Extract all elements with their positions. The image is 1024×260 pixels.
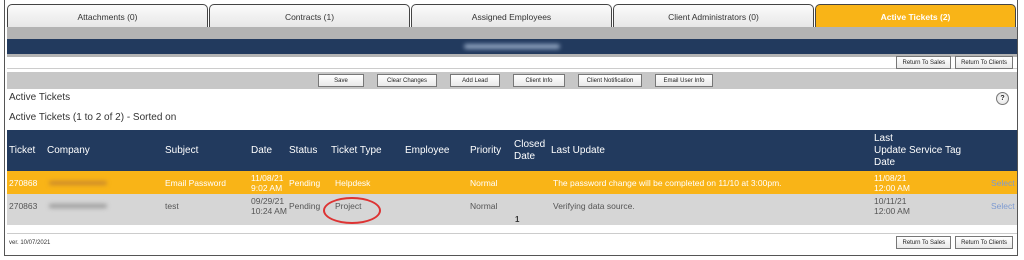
- cell-status: Pending: [289, 177, 321, 188]
- table-header: Ticket Company Subject Date Status Ticke…: [7, 130, 1017, 171]
- cell-ticket-type: Helpdesk: [335, 177, 371, 188]
- col-priority[interactable]: Priority: [470, 130, 501, 171]
- col-last-update-date[interactable]: Last Update Date: [874, 130, 906, 171]
- return-to-clients-button[interactable]: Return To Clients: [955, 236, 1013, 249]
- tickets-table: Ticket Company Subject Date Status Ticke…: [7, 130, 1017, 225]
- select-link[interactable]: Select: [991, 194, 1015, 217]
- cell-company: [49, 194, 107, 217]
- cell-priority: Normal: [470, 200, 498, 211]
- results-summary: Active Tickets (1 to 2 of 2) - Sorted on: [9, 112, 177, 123]
- cell-date-time: 9:02 AM: [251, 182, 283, 193]
- bottom-return-buttons: Return To Sales Return To Clients: [896, 236, 1013, 249]
- cell-status: Pending: [289, 200, 321, 211]
- col-ticket[interactable]: Ticket: [9, 130, 35, 171]
- main-frame: Attachments (0) Contracts (1) Assigned E…: [4, 0, 1018, 256]
- add-lead-button[interactable]: Add Lead: [450, 74, 500, 87]
- cell-last-update: The password change will be completed on…: [553, 177, 782, 188]
- table-row[interactable]: 270863 test 09/29/21 10:24 AM Pending Pr…: [7, 194, 1017, 217]
- tab-client-administrators[interactable]: Client Administrators (0): [613, 4, 814, 28]
- tab-bar: Attachments (0) Contracts (1) Assigned E…: [7, 4, 1017, 28]
- save-button[interactable]: Save: [318, 74, 364, 87]
- cell-last-update: Verifying data source.: [553, 200, 635, 211]
- col-closed-date-line1: Closed: [514, 138, 546, 150]
- clear-changes-button[interactable]: Clear Changes: [377, 74, 437, 87]
- col-subject[interactable]: Subject: [165, 130, 198, 171]
- return-to-clients-button[interactable]: Return To Clients: [955, 56, 1013, 69]
- cell-ticket[interactable]: 270868: [9, 171, 37, 194]
- cell-priority: Normal: [470, 177, 498, 188]
- return-to-sales-button[interactable]: Return To Sales: [896, 56, 952, 69]
- col-service-tag[interactable]: Service Tag: [909, 130, 961, 171]
- email-user-info-button[interactable]: Email User Info: [655, 74, 713, 87]
- col-lud-line1: Last: [874, 132, 893, 144]
- help-icon[interactable]: ?: [996, 92, 1009, 105]
- annotation-circle: [323, 197, 381, 224]
- table-row[interactable]: 270868 Email Password 11/08/21 9:02 AM P…: [7, 171, 1017, 194]
- redacted-company: [49, 203, 107, 208]
- cell-lud-day: 11/08/21: [874, 172, 907, 183]
- client-notification-button[interactable]: Client Notification: [578, 74, 642, 87]
- cell-date-time: 10:24 AM: [251, 205, 287, 216]
- action-toolbar: Save Clear Changes Add Lead Client Info …: [318, 74, 713, 87]
- version-label: ver. 10/07/2021: [9, 240, 51, 246]
- cell-date-day: 11/08/21: [251, 172, 284, 183]
- cell-last-update-date: 10/11/21 12:00 AM: [874, 194, 910, 217]
- cell-subject: Email Password: [165, 177, 226, 188]
- redacted-company: [49, 180, 107, 185]
- client-info-button[interactable]: Client Info: [513, 74, 565, 87]
- section-title: Active Tickets: [9, 92, 71, 103]
- cell-lud-time: 12:00 AM: [874, 205, 910, 216]
- col-closed-date-line2: Date: [514, 150, 536, 162]
- pagination: 1: [7, 215, 1017, 225]
- cell-date: 11/08/21 9:02 AM: [251, 171, 283, 194]
- company-name-bar: [7, 39, 1017, 54]
- cell-subject: test: [165, 200, 179, 211]
- cell-ticket[interactable]: 270863: [9, 194, 37, 217]
- footer-divider: [7, 233, 1017, 234]
- col-employee[interactable]: Employee: [405, 130, 449, 171]
- return-to-sales-button[interactable]: Return To Sales: [896, 236, 952, 249]
- col-lud-line3: Date: [874, 156, 896, 168]
- cell-lud-day: 10/11/21: [874, 195, 907, 206]
- tab-attachments[interactable]: Attachments (0): [7, 4, 208, 28]
- spacer-row: [7, 57, 1017, 69]
- col-lud-line2: Update: [874, 144, 907, 156]
- tab-contracts[interactable]: Contracts (1): [209, 4, 410, 28]
- col-closed-date[interactable]: Closed Date: [514, 130, 545, 171]
- cell-last-update-date: 11/08/21 12:00 AM: [874, 171, 910, 194]
- tab-underline: [7, 27, 1017, 39]
- cell-company: [49, 171, 107, 194]
- col-ticket-type[interactable]: Ticket Type: [331, 130, 382, 171]
- select-link[interactable]: Select: [991, 171, 1015, 194]
- col-date[interactable]: Date: [251, 130, 272, 171]
- cell-lud-time: 12:00 AM: [874, 182, 910, 193]
- top-return-buttons: Return To Sales Return To Clients: [896, 56, 1013, 69]
- col-status[interactable]: Status: [289, 130, 317, 171]
- tab-active-tickets[interactable]: Active Tickets (2): [815, 4, 1016, 28]
- cell-date-day: 09/29/21: [251, 195, 285, 206]
- tab-assigned-employees[interactable]: Assigned Employees: [411, 4, 612, 28]
- cell-date: 09/29/21 10:24 AM: [251, 194, 287, 217]
- col-last-update[interactable]: Last Update: [551, 130, 605, 171]
- page-number[interactable]: 1: [515, 215, 519, 224]
- col-company[interactable]: Company: [47, 130, 90, 171]
- redacted-company-name: [464, 44, 560, 49]
